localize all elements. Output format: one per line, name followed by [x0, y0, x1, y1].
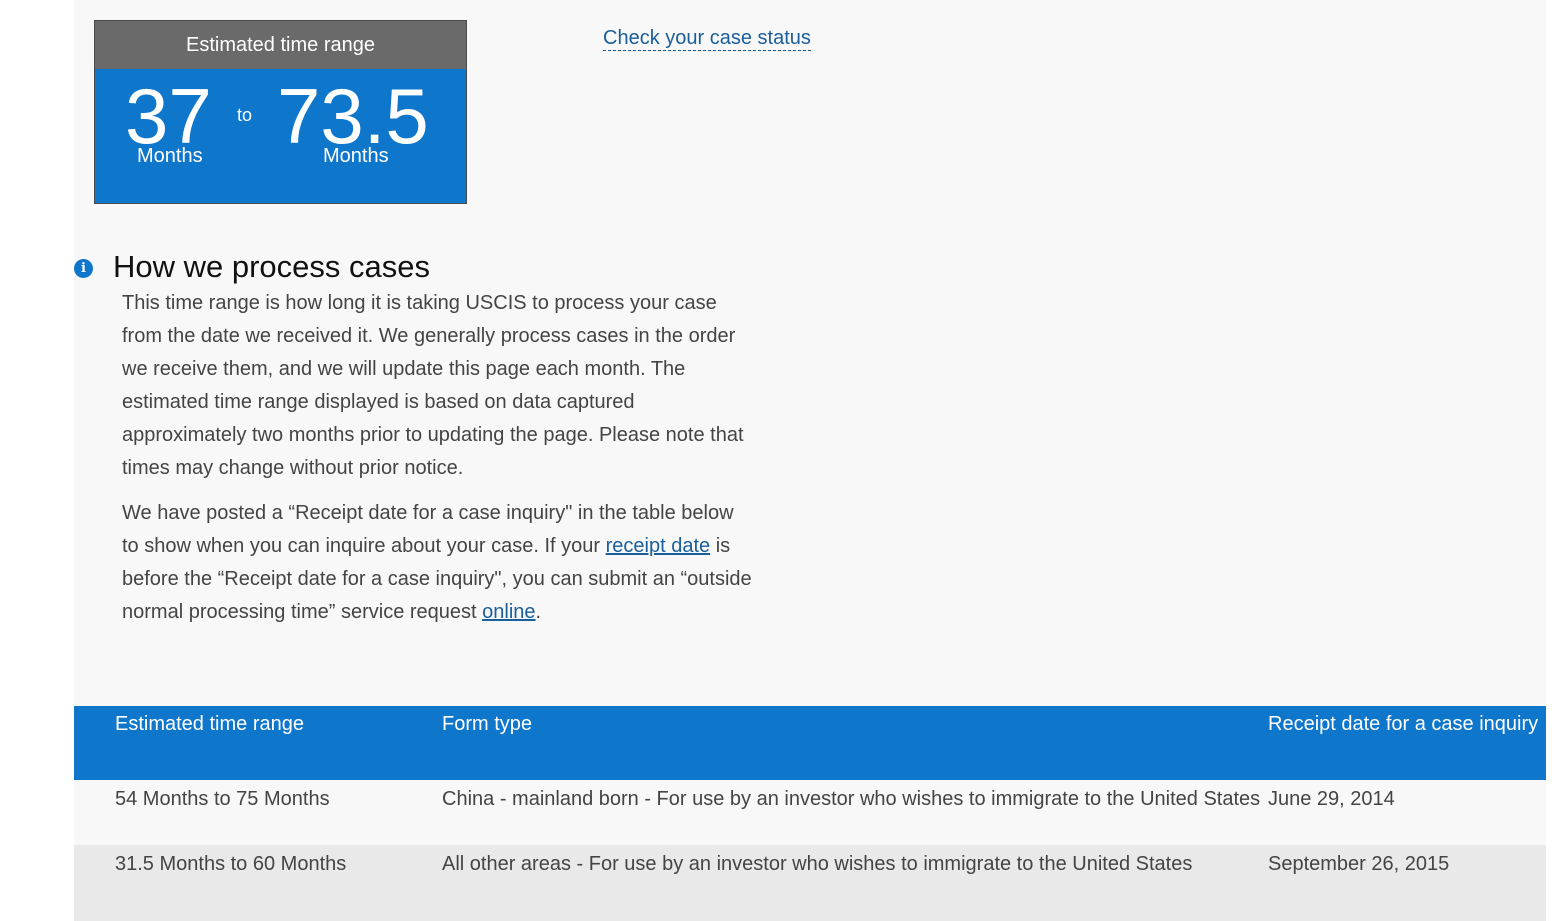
estimate-box: Estimated time range 37 Months to 73.5 M… — [94, 20, 467, 204]
estimate-max-unit: Months — [323, 145, 389, 167]
cell-range: 54 Months to 75 Months — [115, 788, 330, 810]
processing-times-table: Estimated time range Form type Receipt d… — [74, 706, 1546, 921]
table-header-row: Estimated time range Form type Receipt d… — [74, 706, 1546, 780]
section-title: How we process cases — [113, 249, 431, 284]
online-link[interactable]: online — [482, 601, 535, 623]
table-row: 31.5 Months to 60 Months All other areas… — [74, 845, 1546, 921]
process-description: This time range is how long it is taking… — [122, 292, 744, 479]
case-inquiry-text-3: . — [535, 601, 542, 623]
header-receipt-date: Receipt date for a case inquiry — [1268, 713, 1539, 735]
estimate-header: Estimated time range — [95, 21, 466, 69]
cell-receipt-date: June 29, 2014 — [1268, 788, 1395, 810]
estimate-min-unit: Months — [137, 145, 203, 167]
receipt-date-link[interactable]: receipt date — [606, 535, 711, 557]
cell-form-type: China - mainland born - For use by an in… — [442, 788, 1261, 810]
case-inquiry-description: We have posted a “Receipt date for a cas… — [122, 497, 752, 629]
check-case-status-link[interactable]: Check your case status — [603, 26, 811, 51]
estimate-to-word: to — [237, 105, 253, 125]
info-icon: i — [74, 259, 93, 278]
table-row: 54 Months to 75 Months China - mainland … — [74, 780, 1546, 845]
cell-form-type: All other areas - For use by an investor… — [442, 853, 1193, 875]
header-estimated-time-range: Estimated time range — [115, 713, 304, 735]
cell-range: 31.5 Months to 60 Months — [115, 853, 347, 875]
header-form-type: Form type — [442, 713, 533, 735]
estimate-min-value: 37 — [125, 72, 212, 160]
estimate-max-value: 73.5 — [277, 72, 429, 160]
estimate-body: 37 Months to 73.5 Months — [95, 69, 466, 203]
cell-receipt-date: September 26, 2015 — [1268, 853, 1450, 875]
